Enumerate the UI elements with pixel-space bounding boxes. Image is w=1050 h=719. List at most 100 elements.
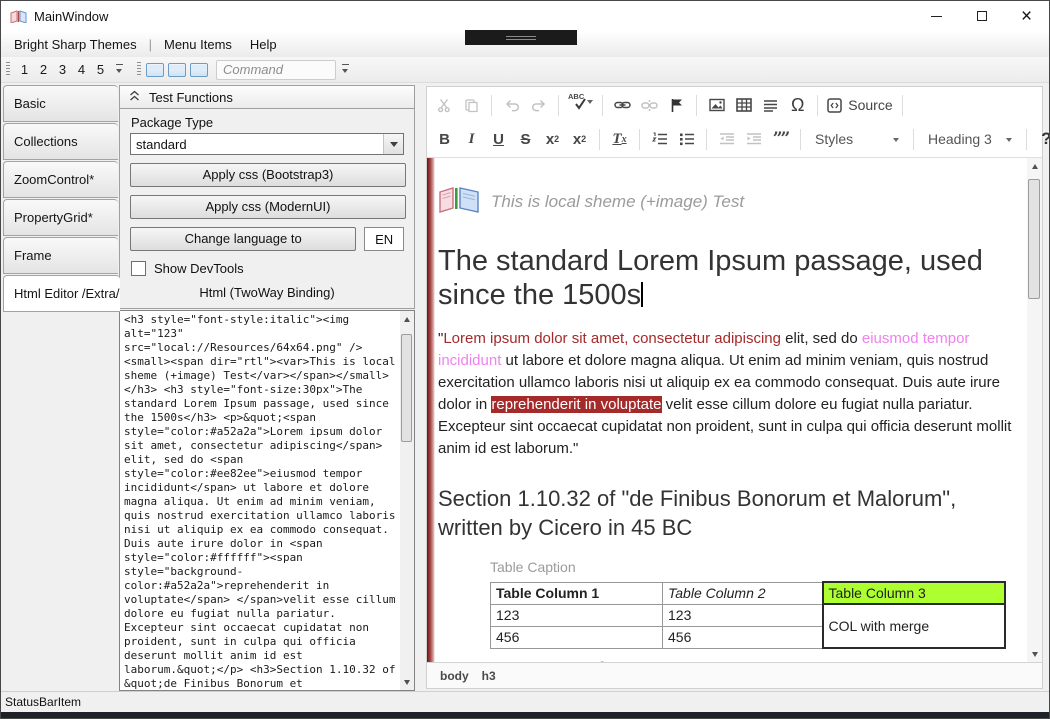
menu-bright-sharp-themes[interactable]: Bright Sharp Themes	[5, 37, 146, 52]
toolbar-command: Command	[135, 59, 353, 81]
styles-dropdown[interactable]: Styles	[807, 126, 907, 153]
close-button[interactable]: ×	[1004, 1, 1049, 31]
source-scroll-track[interactable]	[400, 326, 414, 675]
spellcheck-icon[interactable]: ABC	[565, 92, 596, 119]
highlighted-text-span: reprehenderit in voluptate	[491, 396, 661, 413]
tab-propertygrid[interactable]: PropertyGrid*	[3, 199, 118, 236]
unlink-icon[interactable]	[636, 92, 663, 119]
scroll-down-icon[interactable]	[400, 675, 414, 690]
table-header-2: Table Column 2	[663, 582, 823, 604]
tab-collections[interactable]: Collections	[3, 123, 118, 160]
undo-icon[interactable]	[498, 92, 525, 119]
html-source-text[interactable]: <h3 style="font-style:italic"><img alt="…	[120, 311, 400, 690]
menu-menu-items[interactable]: Menu Items	[155, 37, 241, 52]
toolbar-button-4[interactable]: 4	[72, 62, 91, 77]
apply-bootstrap-button[interactable]: Apply css (Bootstrap3)	[130, 163, 406, 187]
path-item-body[interactable]: body	[440, 669, 469, 683]
title-bar[interactable]: MainWindow ×	[1, 1, 1049, 31]
minimize-icon	[931, 16, 942, 17]
cut-icon[interactable]	[431, 92, 458, 119]
show-devtools-checkbox[interactable]	[131, 261, 146, 276]
lorem-heading: The standard Lorem Ipsum passage, used s…	[438, 245, 1024, 313]
help-icon[interactable]: ?	[1033, 126, 1050, 153]
content-table[interactable]: Table Column 1 Table Column 2 Table Colu…	[490, 581, 1006, 649]
window-bottom-edge	[1, 712, 1049, 718]
image-icon[interactable]	[703, 92, 730, 119]
html-source-textarea[interactable]: <h3 style="font-style:italic"><img alt="…	[119, 310, 415, 691]
content-scroll-track[interactable]	[1027, 173, 1042, 647]
menu-bar: Bright Sharp Themes | Menu Items Help	[1, 31, 1049, 57]
numbered-list-icon[interactable]	[646, 126, 673, 153]
anchor-flag-icon[interactable]	[663, 92, 690, 119]
horizontal-rule-icon[interactable]	[757, 92, 784, 119]
menu-separator: |	[146, 37, 155, 52]
combobox-dropdown-button[interactable]	[383, 134, 403, 154]
source-button[interactable]: Source	[824, 92, 895, 119]
special-char-omega-icon[interactable]: Ω	[784, 92, 811, 119]
elements-path-bar: body h3	[427, 662, 1042, 688]
table-icon[interactable]	[730, 92, 757, 119]
tab-basic[interactable]: Basic	[3, 85, 118, 122]
expander-header[interactable]: Test Functions	[119, 85, 415, 109]
toolbar-button-2[interactable]: 2	[34, 62, 53, 77]
table-header-row: Table Column 1 Table Column 2 Table Colu…	[491, 582, 1005, 604]
table-header-1: Table Column 1	[491, 582, 663, 604]
bold-icon[interactable]: B	[431, 126, 458, 153]
superscript-icon[interactable]: x2	[566, 126, 593, 153]
blockquote-icon[interactable]: ””	[767, 126, 794, 153]
toolbar-grip-icon[interactable]	[6, 62, 10, 77]
content-scrollbar[interactable]	[1027, 158, 1042, 662]
toolbar-grip-icon[interactable]	[137, 62, 141, 77]
outdent-icon[interactable]	[713, 126, 740, 153]
tab-zoomcontrol[interactable]: ZoomControl*	[3, 161, 118, 198]
package-type-combobox[interactable]: standard	[130, 133, 404, 155]
maximize-button[interactable]	[959, 1, 1004, 31]
minimize-button[interactable]	[914, 1, 959, 31]
html-editor: ABC	[426, 86, 1043, 689]
bulleted-list-icon[interactable]	[673, 126, 700, 153]
menu-help[interactable]: Help	[241, 37, 286, 52]
app-book-icon	[10, 10, 27, 23]
table-header-3: Table Column 3	[823, 582, 1005, 604]
strikethrough-icon[interactable]: S	[512, 126, 539, 153]
toolbar-overflow-icon[interactable]	[114, 62, 127, 77]
toolbar-button-3[interactable]: 3	[53, 62, 72, 77]
dark-drag-handle[interactable]	[465, 30, 577, 45]
path-item-h3[interactable]: h3	[482, 669, 496, 683]
italic-icon[interactable]: I	[458, 126, 485, 153]
command-input[interactable]: Command	[216, 60, 336, 80]
toolbar-button-1[interactable]: 1	[15, 62, 34, 77]
redo-icon[interactable]	[525, 92, 552, 119]
editor-content[interactable]: This is local sheme (+image) Test The st…	[435, 158, 1027, 662]
copy-icon[interactable]	[458, 92, 485, 119]
apply-modernui-button[interactable]: Apply css (ModernUI)	[130, 195, 406, 219]
link-icon[interactable]	[609, 92, 636, 119]
test-functions-body: Package Type standard Apply css (Bootstr…	[119, 109, 415, 309]
panel-layout-icon-2[interactable]	[168, 63, 186, 77]
scroll-up-icon[interactable]	[400, 311, 414, 326]
tab-frame[interactable]: Frame	[3, 237, 118, 274]
scroll-up-icon[interactable]	[1027, 158, 1042, 173]
tab-html-editor[interactable]: Html Editor /Extra/	[3, 275, 120, 312]
local-scheme-image	[438, 185, 480, 218]
scroll-down-icon[interactable]	[1027, 647, 1042, 662]
subscript-icon[interactable]: x2	[539, 126, 566, 153]
lorem-paragraph: "Lorem ipsum dolor sit amet, consectetur…	[438, 328, 1024, 460]
language-input[interactable]: EN	[364, 227, 404, 251]
table-cell: 123	[491, 604, 663, 626]
format-dropdown[interactable]: Heading 3	[920, 126, 1020, 153]
source-scroll-thumb[interactable]	[401, 334, 412, 442]
panel-layout-icon-3[interactable]	[190, 63, 208, 77]
combobox-value: standard	[136, 137, 187, 152]
toolbar-overflow-icon[interactable]	[340, 62, 353, 77]
panel-layout-icon-1[interactable]	[146, 63, 164, 77]
toolbar-button-5[interactable]: 5	[91, 62, 110, 77]
underline-icon[interactable]: U	[485, 126, 512, 153]
editor-region: ABC	[417, 83, 1049, 691]
change-language-button[interactable]: Change language to	[130, 227, 356, 251]
test-functions-panel: Test Functions Package Type standard App…	[119, 83, 417, 691]
indent-icon[interactable]	[740, 126, 767, 153]
source-scrollbar[interactable]	[400, 311, 414, 690]
remove-format-icon[interactable]: Tx	[606, 126, 633, 153]
content-scroll-thumb[interactable]	[1028, 179, 1040, 299]
